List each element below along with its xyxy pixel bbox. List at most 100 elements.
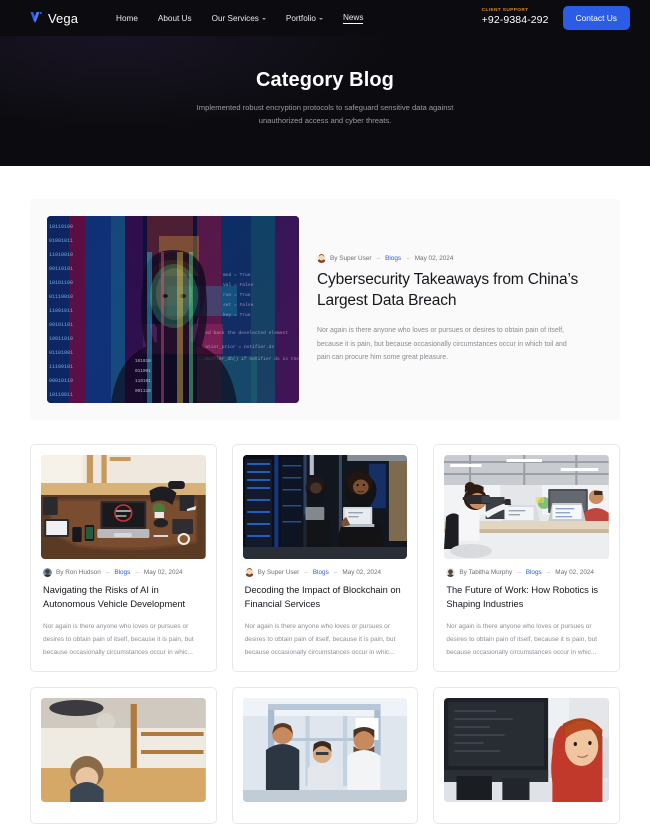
- svg-text:01001011: 01001011: [49, 238, 73, 244]
- desk-workspace-image: [41, 455, 206, 559]
- featured-post-image[interactable]: 10110100 01001011 11010010 00110101 101011…: [47, 216, 299, 403]
- post-card-body: By Ron Hudson – Blogs – May 02, 2024 Nav…: [41, 559, 206, 661]
- post-card-title[interactable]: Decoding the Impact of Blockchain on Fin…: [245, 584, 406, 612]
- post-card-date: May 02, 2024: [143, 569, 183, 576]
- meta-separator: –: [304, 569, 308, 576]
- post-card-body: [444, 802, 609, 813]
- post-card-image[interactable]: [242, 455, 408, 559]
- svg-text:10110100: 10110100: [49, 224, 73, 230]
- featured-post-date: May 02, 2024: [414, 255, 454, 263]
- vega-v-logo-icon: [30, 11, 43, 25]
- nav-item-our-services[interactable]: Our Services: [212, 14, 266, 23]
- post-card-title[interactable]: Navigating the Risks of AI in Autonomous…: [43, 584, 204, 612]
- post-card: By Tabitha Murphy – Blogs – May 02, 2024…: [433, 444, 620, 672]
- site-header: Vega Home About Us Our Services Portfoli…: [0, 0, 650, 36]
- meta-separator: –: [333, 569, 338, 576]
- meta-separator: –: [546, 569, 551, 576]
- meta-separator: –: [135, 569, 139, 576]
- svg-text:key = True: key = True: [223, 312, 251, 318]
- post-card-meta: By Tabitha Murphy – Blogs – May 02, 2024: [446, 568, 607, 577]
- svg-text:11001011: 11001011: [49, 308, 73, 314]
- nav-item-news[interactable]: News: [342, 12, 364, 24]
- nav-item-portfolio[interactable]: Portfolio: [286, 14, 323, 23]
- nav-item-about-us-label: About Us: [157, 13, 192, 23]
- page-title: Category Blog: [256, 68, 394, 91]
- post-card-author: By Tabitha Murphy: [459, 569, 513, 576]
- post-card-excerpt: Nor again is there anyone who loves or p…: [244, 622, 396, 656]
- hero-section: Category Blog Implemented robust encrypt…: [0, 36, 650, 166]
- featured-post-category[interactable]: Blogs: [385, 255, 401, 262]
- main-content: 10110100 01001011 11010010 00110101 101011…: [0, 199, 650, 824]
- post-card: [231, 686, 419, 824]
- meta-separator: –: [105, 569, 110, 576]
- post-card-category[interactable]: Blogs: [313, 569, 329, 576]
- nav-item-news-label: News: [342, 12, 364, 22]
- client-support-phone[interactable]: +92-9384-292: [482, 14, 549, 27]
- svg-text:10101100: 10101100: [49, 280, 73, 286]
- svg-text:val = False: val = False: [223, 282, 254, 288]
- author-avatar-icon: [244, 568, 254, 577]
- post-card-grid-row-2: [30, 686, 620, 824]
- post-card-body: By Tabitha Murphy – Blogs – May 02, 2024…: [444, 559, 609, 661]
- chevron-down-icon: [318, 17, 323, 20]
- header-right: CLIENT SUPPORT +92-9384-292 Contact Us: [482, 6, 630, 30]
- svg-text:110101: 110101: [135, 379, 151, 384]
- hero-subtitle: Implemented robust encryption protocols …: [196, 102, 454, 125]
- post-card-meta: By Ron Hudson – Blogs – May 02, 2024: [43, 568, 204, 577]
- svg-text:00010110: 00010110: [49, 378, 73, 384]
- meta-separator: –: [376, 255, 381, 263]
- svg-text:set = False: set = False: [223, 302, 254, 308]
- post-card: [433, 686, 620, 824]
- svg-text:00101101: 00101101: [49, 322, 73, 328]
- svg-text:...ed back the deselected elem: ...ed back the deselected element: [197, 330, 288, 336]
- server-room-image: [242, 455, 408, 559]
- svg-text:10110011: 10110011: [49, 392, 73, 398]
- post-card-author: By Ron Hudson: [56, 569, 101, 576]
- contact-us-button[interactable]: Contact Us: [562, 6, 630, 30]
- nav-item-home[interactable]: Home: [116, 14, 138, 23]
- brand-logo[interactable]: Vega: [30, 11, 78, 26]
- post-card: [30, 686, 217, 824]
- featured-post-body: By Super User – Blogs – May 02, 2024 Cyb…: [317, 254, 603, 364]
- svg-text:mod = True: mod = True: [223, 272, 251, 278]
- author-avatar-icon: [446, 568, 456, 577]
- author-avatar-icon: [43, 568, 52, 577]
- post-card-image[interactable]: [444, 455, 609, 559]
- post-card-excerpt: Nor again is there anyone who loves or p…: [43, 622, 194, 656]
- post-card-image[interactable]: [41, 455, 206, 559]
- featured-image-graphic: 10110100 01001011 11010010 00110101 101011…: [47, 216, 299, 403]
- nav-item-about-us[interactable]: About Us: [158, 14, 192, 23]
- post-card-grid: By Ron Hudson – Blogs – May 02, 2024 Nav…: [30, 444, 620, 672]
- post-card-body: [41, 802, 206, 813]
- post-card-category[interactable]: Blogs: [526, 569, 542, 576]
- featured-post-title[interactable]: Cybersecurity Takeaways from China’s Lar…: [317, 270, 599, 312]
- post-card-meta: By Super User – Blogs – May 02, 2024: [244, 568, 406, 577]
- svg-text:11010010: 11010010: [49, 252, 73, 258]
- svg-text:01101001: 01101001: [49, 350, 73, 356]
- chevron-down-icon: [261, 17, 266, 20]
- svg-text:11100101: 11100101: [49, 364, 73, 370]
- post-card-excerpt: Nor again is there anyone who loves or p…: [446, 622, 598, 656]
- main-navigation: Home About Us Our Services Portfolio New…: [116, 12, 364, 24]
- svg-text:run = True: run = True: [223, 292, 251, 298]
- vr-office-image: [444, 455, 609, 559]
- post-card: By Super User – Blogs – May 02, 2024 Dec…: [231, 444, 419, 672]
- post-card-category[interactable]: Blogs: [114, 569, 130, 576]
- nav-item-portfolio-label: Portfolio: [285, 13, 316, 23]
- svg-text:001110: 001110: [135, 389, 151, 394]
- nav-item-home-label: Home: [116, 13, 138, 23]
- svg-text:01110010: 01110010: [49, 294, 73, 300]
- svg-text:10011010: 10011010: [49, 336, 73, 342]
- meta-separator: –: [517, 569, 521, 576]
- featured-post-excerpt: Nor again is there anyone who loves or p…: [317, 327, 567, 362]
- post-card-date: May 02, 2024: [342, 569, 382, 576]
- post-card: By Ron Hudson – Blogs – May 02, 2024 Nav…: [30, 444, 217, 672]
- post-card-body: By Super User – Blogs – May 02, 2024 Dec…: [243, 559, 408, 661]
- post-card-date: May 02, 2024: [555, 569, 594, 576]
- post-card-author: By Super User: [257, 569, 300, 576]
- svg-text:00110101: 00110101: [49, 266, 73, 272]
- svg-text:011001: 011001: [135, 369, 151, 374]
- author-avatar-icon: [317, 254, 326, 264]
- meta-separator: –: [406, 255, 410, 263]
- post-card-title[interactable]: The Future of Work: How Robotics is Shap…: [446, 584, 607, 612]
